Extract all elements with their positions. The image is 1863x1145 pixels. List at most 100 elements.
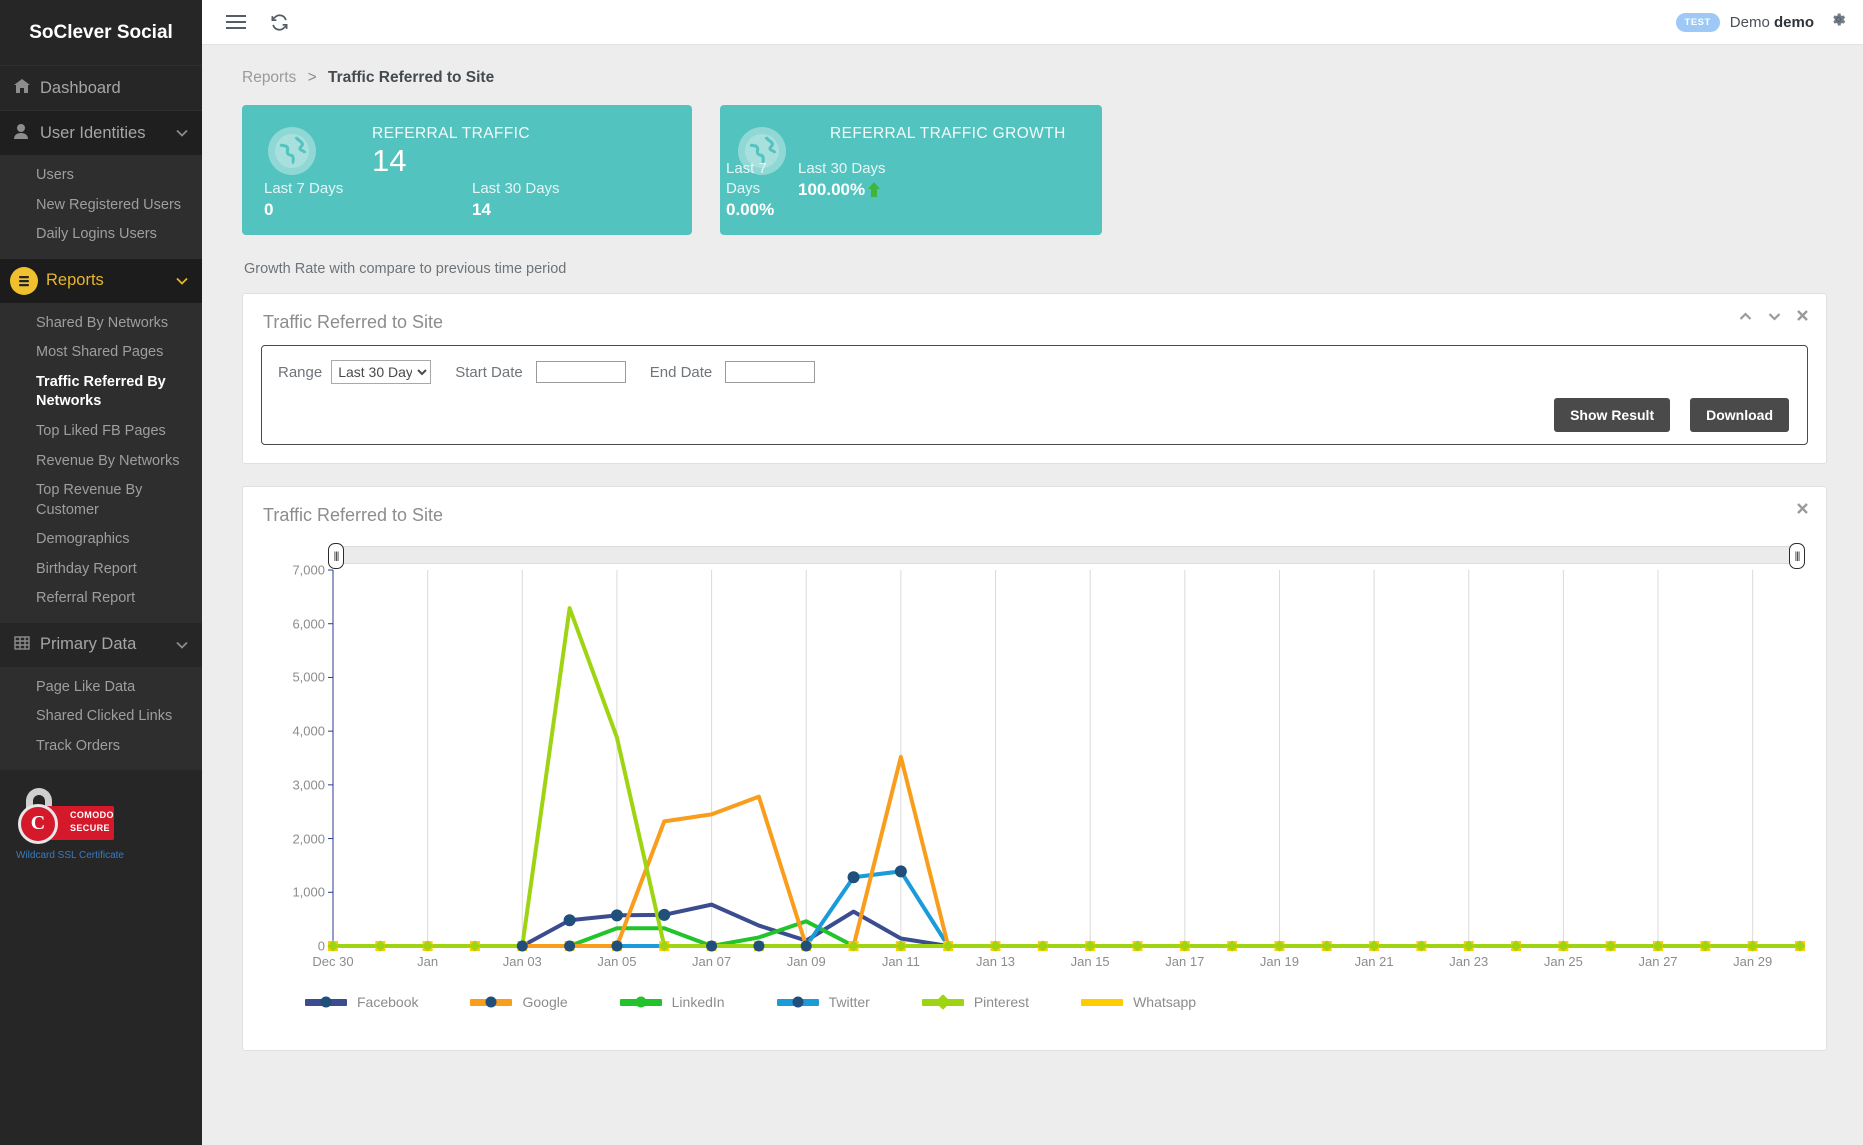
sidebar-item-traffic-referred-by-networks[interactable]: Traffic Referred By Networks xyxy=(0,368,202,417)
x-axis-tick-label: Jan 03 xyxy=(503,946,542,969)
panel-tools xyxy=(1739,310,1808,322)
sidebar-group-label: Reports xyxy=(46,271,176,290)
sidebar-item-track-orders[interactable]: Track Orders xyxy=(0,732,202,762)
y-axis-tick-label: 5,000 xyxy=(292,670,333,685)
sidebar-group-dashboard[interactable]: Dashboard xyxy=(0,65,202,110)
x-axis-tick-label: Jan 29 xyxy=(1733,946,1772,969)
legend-item-pinterest[interactable]: Pinterest xyxy=(922,994,1029,1010)
main-content: Reports > Traffic Referred to Site REFER… xyxy=(202,45,1863,1145)
y-axis-tick-label: 3,000 xyxy=(292,777,333,792)
legend-marker xyxy=(635,997,646,1008)
sidebar-item-birthday-report[interactable]: Birthday Report xyxy=(0,555,202,585)
legend-item-google[interactable]: Google xyxy=(470,994,567,1010)
sidebar-item-new-registered-users[interactable]: New Registered Users xyxy=(0,191,202,221)
x-axis-tick-label: Jan 07 xyxy=(692,946,731,969)
end-date-input[interactable] xyxy=(725,361,815,383)
x-axis-tick-label: Jan 25 xyxy=(1544,946,1583,969)
legend-item-whatsapp[interactable]: Whatsapp xyxy=(1081,994,1196,1010)
sidebar-item-referral-report[interactable]: Referral Report xyxy=(0,584,202,614)
start-date-input[interactable] xyxy=(536,361,626,383)
breadcrumb: Reports > Traffic Referred to Site xyxy=(202,45,1863,87)
legend-marker xyxy=(321,997,332,1008)
growth-percent: 100.00% xyxy=(798,180,865,199)
legend-marker xyxy=(486,997,497,1008)
chart-area: ||| ||| 01,0002,0003,0004,0005,0006,0007… xyxy=(263,546,1806,976)
submenu-primary-data: Page Like DataShared Clicked LinksTrack … xyxy=(0,667,202,770)
sidebar-group-label: Primary Data xyxy=(40,635,176,654)
chart-range-scrollbar[interactable]: ||| ||| xyxy=(333,546,1800,564)
chart-panel: Traffic Referred to Site ||| ||| 01,0002… xyxy=(242,486,1827,1051)
legend-item-linkedin[interactable]: LinkedIn xyxy=(620,994,725,1010)
card-left-label: Last 7 Days xyxy=(264,179,472,199)
x-axis-tick-label: Jan 21 xyxy=(1355,946,1394,969)
close-icon[interactable] xyxy=(1797,503,1808,515)
sidebar-item-demographics[interactable]: Demographics xyxy=(0,525,202,555)
sidebar-group-reports[interactable]: Reports xyxy=(0,258,202,303)
legend-marker xyxy=(935,994,951,1010)
y-axis-tick-label: 6,000 xyxy=(292,616,333,631)
comodo-mark: C xyxy=(31,812,45,835)
user-menu[interactable]: Demo demo xyxy=(1730,14,1814,31)
legend-swatch xyxy=(470,999,512,1006)
breadcrumb-separator: > xyxy=(308,69,317,86)
sidebar-item-top-revenue-by-customer[interactable]: Top Revenue By Customer xyxy=(0,476,202,525)
sidebar-group-label: User Identities xyxy=(40,124,176,143)
legend-swatch xyxy=(1081,999,1123,1006)
refresh-icon[interactable] xyxy=(270,13,289,32)
show-result-button[interactable]: Show Result xyxy=(1554,398,1670,432)
card-value: 14 xyxy=(372,143,406,179)
reports-icon xyxy=(10,267,38,295)
download-button[interactable]: Download xyxy=(1690,398,1789,432)
comodo-level: SECURE xyxy=(70,822,110,835)
topbar-right: TEST Demo demo xyxy=(1676,11,1863,33)
legend-swatch xyxy=(777,999,819,1006)
y-axis-tick-label: 4,000 xyxy=(292,724,333,739)
x-axis-tick-label: Jan 09 xyxy=(787,946,826,969)
close-icon[interactable] xyxy=(1797,310,1808,322)
sidebar-item-page-like-data[interactable]: Page Like Data xyxy=(0,673,202,703)
sidebar-item-revenue-by-networks[interactable]: Revenue By Networks xyxy=(0,447,202,477)
legend-item-twitter[interactable]: Twitter xyxy=(777,994,870,1010)
x-axis-tick-label: Jan 15 xyxy=(1071,946,1110,969)
card-right-label: Last 30 Days xyxy=(798,159,886,179)
sidebar-item-top-liked-fb-pages[interactable]: Top Liked FB Pages xyxy=(0,417,202,447)
legend-label: Whatsapp xyxy=(1133,994,1196,1010)
range-select[interactable]: Last 30 DaysLast 7 DaysTodayCustom xyxy=(331,360,431,384)
sidebar-item-shared-by-networks[interactable]: Shared By Networks xyxy=(0,309,202,339)
card-right-value: 14 xyxy=(472,199,560,221)
gear-icon[interactable] xyxy=(1830,11,1847,33)
chevron-down-icon[interactable] xyxy=(176,638,202,652)
legend-swatch xyxy=(305,999,347,1006)
stat-cards: REFERRAL TRAFFIC 14 Last 7 Days 0 Last 3… xyxy=(202,87,1863,235)
legend-swatch xyxy=(620,999,662,1006)
submenu-user-identities: UsersNew Registered UsersDaily Logins Us… xyxy=(0,155,202,258)
sidebar-item-shared-clicked-links[interactable]: Shared Clicked Links xyxy=(0,702,202,732)
x-axis-tick-label: Jan 27 xyxy=(1639,946,1678,969)
filter-form: Range Last 30 DaysLast 7 DaysTodayCustom… xyxy=(261,345,1808,445)
breadcrumb-current: Traffic Referred to Site xyxy=(328,69,494,86)
end-date-label: End Date xyxy=(650,364,713,381)
status-badge: TEST xyxy=(1676,13,1720,32)
card-left-value: 0.00% xyxy=(726,199,798,221)
chevron-down-icon[interactable] xyxy=(176,274,202,288)
sidebar-group-primary-data[interactable]: Primary Data xyxy=(0,622,202,667)
hamburger-icon[interactable] xyxy=(226,14,246,30)
arrow-up-icon xyxy=(867,181,881,203)
ssl-badge[interactable]: COMODO SECURE C xyxy=(0,788,202,844)
sidebar-item-daily-logins-users[interactable]: Daily Logins Users xyxy=(0,220,202,250)
sidebar-item-most-shared-pages[interactable]: Most Shared Pages xyxy=(0,338,202,368)
brand-logo[interactable]: SoClever Social xyxy=(0,0,202,65)
sidebar-group-user-identities[interactable]: User Identities xyxy=(0,110,202,155)
sidebar-item-users[interactable]: Users xyxy=(0,161,202,191)
legend-item-facebook[interactable]: Facebook xyxy=(305,994,418,1010)
chevron-down-icon[interactable] xyxy=(176,126,202,140)
x-axis-tick-label: Jan 19 xyxy=(1260,946,1299,969)
breadcrumb-root[interactable]: Reports xyxy=(242,69,296,86)
user-icon xyxy=(14,124,40,143)
sidebar-group-label: Dashboard xyxy=(40,79,202,98)
y-axis-tick-label: 7,000 xyxy=(292,563,333,578)
ssl-caption[interactable]: Wildcard SSL Certificate xyxy=(0,850,202,861)
chart-panel-tools xyxy=(1797,503,1808,515)
collapse-up-icon[interactable] xyxy=(1739,310,1752,322)
collapse-down-icon[interactable] xyxy=(1768,310,1781,322)
